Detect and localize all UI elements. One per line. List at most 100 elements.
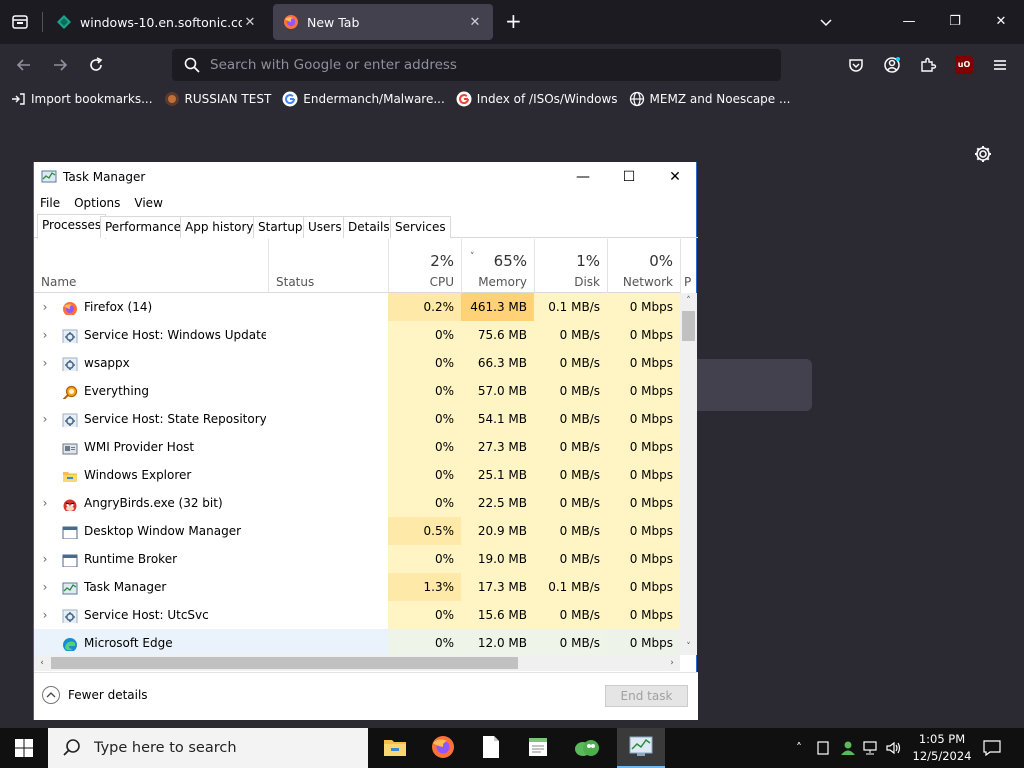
process-disk: 0 MB/s: [534, 433, 607, 461]
process-row[interactable]: WMI Provider Host 0% 27.3 MB 0 MB/s 0 Mbps: [34, 433, 680, 461]
tray-people-icon[interactable]: [838, 728, 858, 768]
scroll-thumb[interactable]: [51, 657, 518, 669]
process-row[interactable]: › Service Host: Windows Update 0% 75.6 MB 0 …: [34, 321, 680, 349]
tray-tablet-icon[interactable]: [814, 728, 832, 768]
minimize-button[interactable]: —: [560, 162, 606, 192]
tab-performance[interactable]: Performance: [100, 216, 187, 238]
pocket-icon[interactable]: [844, 53, 868, 77]
scroll-down-icon[interactable]: ˅: [680, 639, 697, 655]
column-memory[interactable]: ˅ 65% Memory: [461, 239, 534, 293]
address-input[interactable]: [210, 57, 750, 73]
menu-options[interactable]: Options: [74, 196, 120, 210]
tab-softonic[interactable]: windows-10.en.softonic.com/ ✕: [46, 4, 268, 40]
process-row[interactable]: › Service Host: State Repository S... 0%54…: [34, 405, 680, 433]
end-task-button[interactable]: End task: [605, 685, 688, 707]
taskbar-clock[interactable]: 1:05 PM 12/5/2024: [905, 731, 979, 765]
process-mem: 57.0 MB: [461, 377, 534, 405]
process-row[interactable]: › Firefox (14) 0.2% 461.3 MB 0.1 MB/s 0 Mbps: [34, 293, 680, 321]
bookmark-import[interactable]: Import bookmarks...: [10, 91, 153, 107]
menu-view[interactable]: View: [134, 196, 162, 210]
reload-icon[interactable]: [84, 53, 108, 77]
expand-chevron-icon[interactable]: ›: [38, 349, 52, 377]
back-arrow-icon[interactable]: [12, 53, 36, 77]
expand-chevron-icon[interactable]: ›: [38, 321, 52, 349]
tray-network-icon[interactable]: [860, 728, 882, 768]
browser-restore-button[interactable]: ❐: [943, 10, 967, 34]
expand-chevron-icon[interactable]: ›: [38, 545, 52, 573]
taskbar-notepad[interactable]: [467, 728, 515, 768]
menu-icon[interactable]: [988, 53, 1012, 77]
tab-services[interactable]: Services: [390, 216, 451, 238]
expand-chevron-icon[interactable]: ›: [38, 601, 52, 629]
extensions-icon[interactable]: [916, 53, 940, 77]
expand-chevron-icon[interactable]: ›: [38, 293, 52, 321]
tab-new-tab[interactable]: New Tab ✕: [273, 4, 493, 40]
bookmark-isos-windows[interactable]: Index of /ISOs/Windows: [456, 91, 618, 107]
tab-startup[interactable]: Startup: [253, 216, 308, 238]
taskbar-notepad-plus[interactable]: [515, 728, 563, 768]
bookmark-endermanch[interactable]: Endermanch/Malware...: [282, 91, 445, 107]
column-status[interactable]: Status: [268, 239, 388, 293]
scroll-thumb[interactable]: [682, 311, 695, 341]
process-row[interactable]: Microsoft Edge 0% 12.0 MB 0 MB/s 0 Mbps: [34, 629, 680, 655]
tab-users[interactable]: Users: [303, 216, 347, 238]
search-icon: [62, 738, 82, 758]
expand-chevron-icon[interactable]: ›: [38, 573, 52, 601]
list-all-tabs-chevron-down-icon[interactable]: [818, 12, 834, 32]
process-row[interactable]: › wsappx 0% 66.3 MB 0 MB/s 0 Mbps: [34, 349, 680, 377]
windows-taskbar: Type here to search ˄ 1:05 PM 12/5/2024: [0, 728, 1024, 768]
new-tab-button[interactable]: +: [505, 10, 525, 34]
tab-close-icon[interactable]: ✕: [467, 15, 483, 30]
tray-volume-icon[interactable]: [884, 728, 904, 768]
action-center-icon[interactable]: [980, 728, 1004, 768]
process-row[interactable]: › Runtime Broker 0% 19.0 MB 0 MB/s 0 Mbps: [34, 545, 680, 573]
taskbar-search-box[interactable]: Type here to search: [48, 728, 368, 768]
process-row[interactable]: Windows Explorer 0% 25.1 MB 0 MB/s 0 Mbps: [34, 461, 680, 489]
windows-start-icon[interactable]: [0, 728, 48, 768]
expand-chevron-icon[interactable]: ›: [38, 489, 52, 517]
bookmark-memz[interactable]: MEMZ and Noescape ...: [629, 91, 790, 107]
task-manager-title-bar[interactable]: Task Manager — ☐ ✕: [34, 162, 698, 192]
tab-details[interactable]: Details: [343, 216, 395, 238]
column-cpu[interactable]: 2% CPU: [388, 239, 461, 293]
close-button[interactable]: ✕: [652, 162, 698, 192]
tray-show-hidden-chevron-icon[interactable]: ˄: [790, 728, 808, 768]
firefox-view-icon[interactable]: [8, 10, 32, 34]
column-name[interactable]: Name: [34, 239, 268, 293]
browser-minimize-button[interactable]: —: [897, 10, 921, 34]
scroll-right-icon[interactable]: ›: [664, 655, 680, 671]
process-row[interactable]: Desktop Window Manager 0.5% 20.9 MB 0 MB/s 0…: [34, 517, 680, 545]
google-icon: [282, 91, 298, 107]
tab-close-icon[interactable]: ✕: [242, 15, 258, 30]
tab-processes[interactable]: Processes: [37, 214, 107, 239]
menu-file[interactable]: File: [40, 196, 60, 210]
forward-arrow-icon[interactable]: [48, 53, 72, 77]
account-icon[interactable]: [880, 53, 904, 77]
expand-chevron-icon[interactable]: ›: [38, 405, 52, 433]
address-bar[interactable]: [172, 49, 781, 81]
process-row[interactable]: › Task Manager 1.3% 17.3 MB 0.1 MB/s 0 Mbps: [34, 573, 680, 601]
maximize-button[interactable]: ☐: [606, 162, 652, 192]
scroll-up-icon[interactable]: ˄: [680, 293, 697, 309]
process-row[interactable]: Everything 0% 57.0 MB 0 MB/s 0 Mbps: [34, 377, 680, 405]
column-network[interactable]: 0% Network: [607, 239, 680, 293]
column-power[interactable]: P: [680, 239, 698, 293]
taskbar-file-explorer[interactable]: [371, 728, 419, 768]
tab-app-history[interactable]: App history: [180, 216, 259, 238]
process-mem: 22.5 MB: [461, 489, 534, 517]
vertical-scrollbar[interactable]: ˄ ˅: [680, 293, 697, 655]
process-row[interactable]: › AngryBirds.exe (32 bit) 0% 22.5 MB 0 MB/s 0…: [34, 489, 680, 517]
taskbar-firefox[interactable]: [419, 728, 467, 768]
scroll-left-icon[interactable]: ‹: [34, 655, 50, 671]
column-disk[interactable]: 1% Disk: [534, 239, 607, 293]
taskbar-angry-birds[interactable]: [563, 728, 611, 768]
gear-icon[interactable]: [973, 144, 993, 164]
horizontal-scrollbar[interactable]: ‹ ›: [34, 655, 680, 671]
ublock-origin-icon[interactable]: uO: [955, 56, 973, 74]
gear-icon: [62, 327, 78, 343]
fewer-details-button[interactable]: Fewer details: [42, 686, 148, 704]
process-row[interactable]: › Service Host: UtcSvc 0% 15.6 MB 0 MB/s 0 Mb…: [34, 601, 680, 629]
browser-close-button[interactable]: ✕: [989, 10, 1013, 34]
bookmark-russian-test[interactable]: RUSSIAN TEST: [164, 91, 271, 107]
taskbar-task-manager[interactable]: [617, 728, 665, 768]
